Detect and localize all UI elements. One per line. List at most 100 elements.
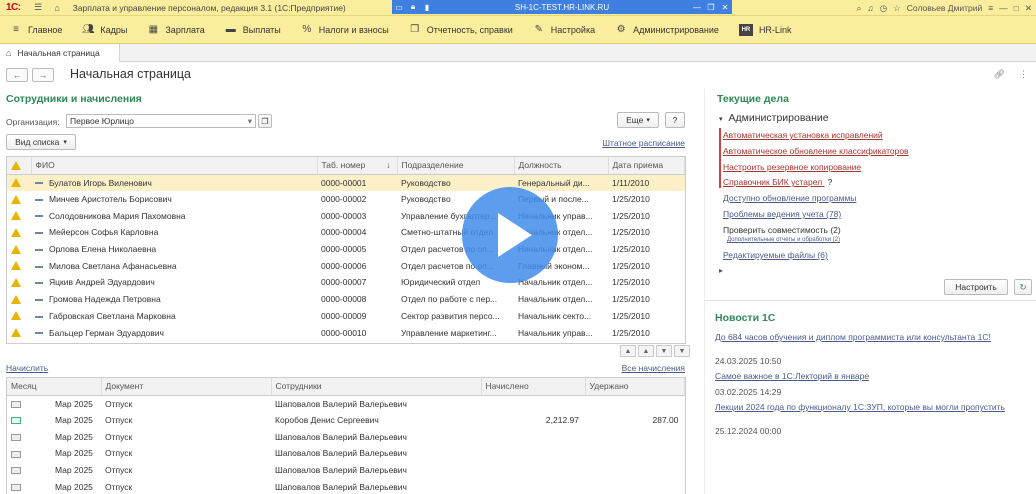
menu-item-main[interactable]: ≡ Главное [10,24,62,36]
menu-item-hr-link[interactable]: HR HR-Link [738,23,791,36]
table-row[interactable]: Мар 2025 Отпуск Шаповалов Валерий Валерьев… [7,428,685,445]
staff-schedule-link[interactable]: Штатное расписание [602,138,685,148]
link-icon[interactable]: 🔗︎ [994,69,1005,80]
menu-item-taxes[interactable]: % Налоги и взносы [301,24,388,36]
employee-hire-date: 1/25/2010 [612,244,650,255]
organization-label: Организация: [6,117,60,127]
menu-item-reports[interactable]: ❐ Отчетность, справки [409,24,513,36]
table-row[interactable]: Мар 2025 Отпуск Шаповалов Валерий Валерьев… [7,445,685,462]
scroll-top-button[interactable]: ▲ [620,345,636,357]
help-button[interactable]: ? [665,112,685,128]
table-scroll-buttons: ▲ ▲ ▼ ▼ [620,345,690,357]
column-header-department[interactable]: Подразделение [397,157,515,175]
scroll-down-button[interactable]: ▼ [656,345,672,357]
accrual-accrued [481,462,585,479]
news-item-3[interactable]: Лекции 2024 года по функционалу 1С:ЗУП, … [715,402,1005,412]
home-icon[interactable]: ⌂ [52,2,63,13]
menu-item-salary[interactable]: ▦ Зарплата [147,24,205,36]
minimize-icon[interactable]: — [690,3,704,12]
column-header-accrued[interactable]: Начислено [481,378,586,396]
bell-icon[interactable]: ♫ [867,3,873,13]
accrue-link[interactable]: Начислить [6,363,48,373]
menu-item-payments[interactable]: ▬ Выплаты [225,24,281,36]
column-header-month[interactable]: Месяц [7,378,102,396]
news-item-2[interactable]: Самое важное в 1С:Лекторий в январе [715,371,869,381]
user-name[interactable]: Соловьев Дмитрий [907,3,982,13]
task-item[interactable]: Проверить совместимость (2) [723,225,841,235]
employees-table-header: ФИО Таб. номер ↓ Подразделение Должность … [7,157,685,175]
employee-position: Начальник управ... [518,327,593,338]
configure-button[interactable]: Настроить [944,279,1008,295]
video-play-button[interactable] [462,187,558,283]
more-vert-icon[interactable]: ⋮ [1019,69,1028,80]
table-row[interactable]: Габровская Светлана Марковна 0000-00009 Се… [7,308,685,325]
table-row[interactable]: Солодовникова Мария Пахомовна 0000-00003 У… [7,207,685,224]
table-row[interactable]: Милова Светлана Афанасьевна 0000-00006 Отд… [7,257,685,274]
task-help-icon[interactable]: ? [828,177,833,187]
table-row[interactable]: Мар 2025 Отпуск Коробов Денис Сергеевич 2,2… [7,412,685,429]
task-item[interactable]: Проблемы ведения учета (78) [723,209,841,219]
chevron-right-icon[interactable]: ▸ [719,266,723,275]
warning-column-header[interactable] [7,157,32,175]
refresh-button[interactable]: ↻ [1014,279,1032,295]
menu-icon[interactable]: ☰ [33,2,44,13]
window-close-icon[interactable]: ✕ [1025,3,1032,14]
task-item[interactable]: Справочник БИК устарел ? [723,177,832,187]
all-accruals-link[interactable]: Все начисления [622,363,685,373]
window-minimize-icon[interactable]: — [999,3,1008,13]
table-row[interactable]: Орлова Елена Николаевна 0000-00005 Отдел р… [7,241,685,258]
task-item[interactable]: Настроить резервное копирование [723,162,861,172]
menu-item-settings[interactable]: ✎ Настройка [533,24,596,36]
menu-item-admin[interactable]: ⚙ Администрирование [615,24,719,36]
tasks-sub-note[interactable]: Дополнительные отчеты и обработки (2) [727,237,840,243]
task-item[interactable]: Автоматическая установка исправлений [723,130,883,140]
menu-icon: ≡ [13,24,19,35]
task-item[interactable]: Автоматическое обновление классификаторо… [723,146,909,156]
settings-icon[interactable]: ≡ [988,3,993,13]
back-button[interactable]: ← [6,68,28,82]
task-item[interactable]: Редактируемые файлы (6) [723,250,828,260]
forward-button[interactable]: → [32,68,54,82]
monitor-icon[interactable]: ▭ [392,3,406,12]
more-button[interactable]: Еще ▾ [617,112,659,128]
task-item[interactable]: Доступно обновление программы [723,193,856,203]
table-row[interactable]: Мар 2025 Отпуск Шаповалов Валерий Валерьев… [7,395,685,412]
table-row[interactable]: Громова Надежда Петровна 0000-00008 Отдел … [7,291,685,308]
people-icon: 👥︎ [82,24,95,35]
table-row[interactable]: Бальцер Герман Эдуардович 0000-00010 Управ… [7,324,685,341]
tab-home-page[interactable]: ⌂ Начальная страница [0,44,120,62]
menu-item-staff[interactable]: 👥︎ Кадры [82,24,127,36]
accrual-deducted [585,478,685,494]
row-warning [7,224,31,241]
restore-icon[interactable]: ❐ [704,3,718,12]
news-item-1[interactable]: До 684 часов обучения и диплом программи… [715,332,991,342]
table-row[interactable]: Мар 2025 Отпуск Шаповалов Валерий Валерьев… [7,462,685,479]
close-icon[interactable]: ✕ [718,3,732,12]
column-header-employees[interactable]: Сотрудники [271,378,482,396]
employee-position: Начальник отдел... [518,294,593,305]
star-icon[interactable]: ☆ [893,3,901,14]
table-row[interactable]: Минчев Аристотель Борисович 0000-00002 Рук… [7,191,685,208]
search-icon[interactable]: ⌕ [857,3,862,14]
column-header-number[interactable]: Таб. номер ↓ [317,157,398,175]
table-row[interactable]: Мейерсон Софья Карловна 0000-00004 Сметно-… [7,224,685,241]
column-header-name[interactable]: ФИО [31,157,318,175]
view-list-button[interactable]: Вид списка ▾ [6,134,76,150]
lock-icon[interactable]: 🔒︎ [406,2,420,12]
scroll-bottom-button[interactable]: ▼ [674,345,690,357]
dropdown-arrow-icon[interactable]: ▾ [248,116,252,127]
employee-icon [35,215,43,218]
column-header-position[interactable]: Должность [514,157,609,175]
history-icon[interactable]: ◷ [880,3,887,14]
scroll-up-button[interactable]: ▲ [638,345,654,357]
tasks-group-admin[interactable]: ▾ Администрирование [719,112,829,124]
table-row[interactable]: Мар 2025 Отпуск Шаповалов Валерий Валерьев… [7,478,685,494]
open-organization-button[interactable]: ❐ [258,114,272,128]
table-row[interactable]: Булатов Игорь Виленович 0000-00001 Руковод… [7,174,685,191]
window-maximize-icon[interactable]: □ [1014,3,1019,13]
table-row[interactable]: Яцкив Андрей Эдуардович 0000-00007 Юридиче… [7,274,685,291]
column-header-document[interactable]: Документ [101,378,272,396]
column-header-deducted[interactable]: Удержано [585,378,685,396]
column-header-hire-date[interactable]: Дата приема [608,157,685,175]
organization-field[interactable]: Первое Юрлицо ▾ [66,114,256,128]
